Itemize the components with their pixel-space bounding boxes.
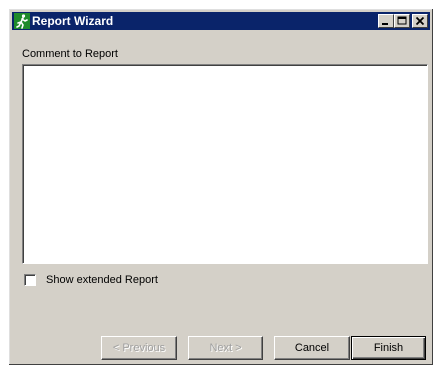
comment-label: Comment to Report: [22, 48, 118, 60]
running-man-icon: [14, 13, 30, 29]
close-icon: [415, 16, 425, 26]
finish-button[interactable]: Finish: [351, 336, 426, 360]
cancel-button[interactable]: Cancel: [274, 336, 350, 360]
minimize-button[interactable]: [378, 14, 394, 28]
show-extended-checkbox[interactable]: [24, 274, 36, 286]
previous-button[interactable]: < Previous: [101, 336, 177, 360]
maximize-button[interactable]: [394, 14, 410, 28]
next-button[interactable]: Next >: [188, 336, 263, 360]
comment-textarea[interactable]: [22, 64, 428, 264]
title-bar[interactable]: Report Wizard: [12, 12, 430, 30]
minimize-icon: [382, 23, 388, 25]
show-extended-label[interactable]: Show extended Report: [46, 274, 158, 287]
window-title: Report Wizard: [32, 14, 114, 28]
close-button[interactable]: [412, 14, 428, 28]
maximize-icon: [397, 16, 407, 25]
